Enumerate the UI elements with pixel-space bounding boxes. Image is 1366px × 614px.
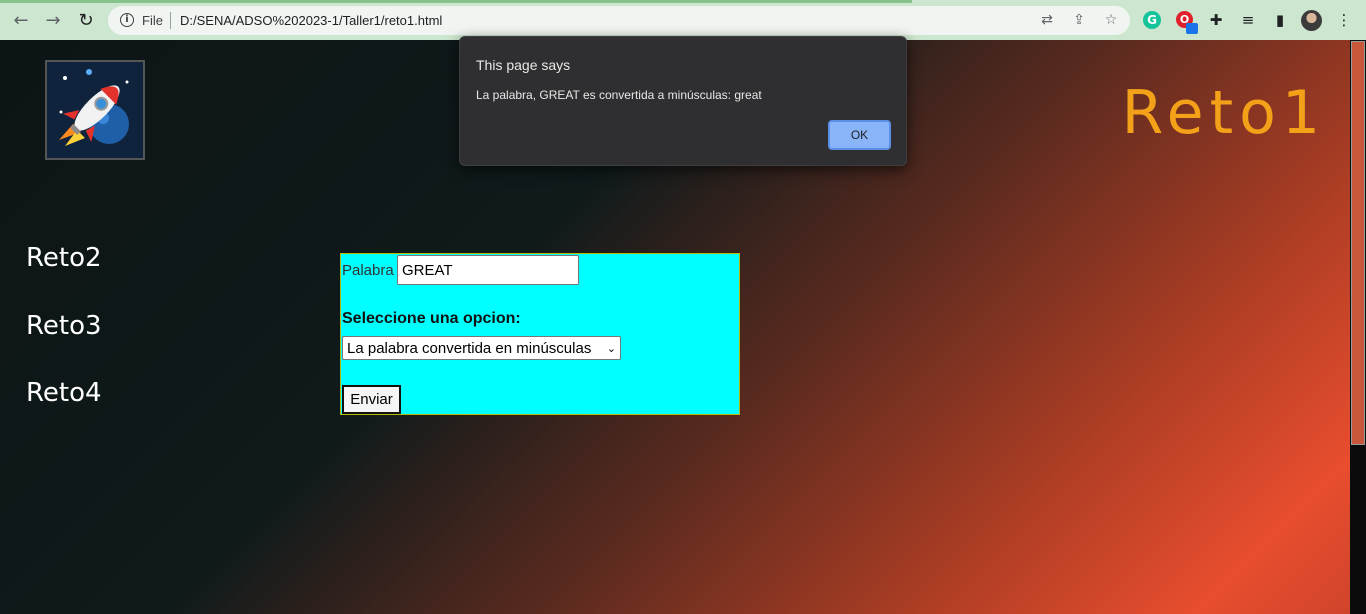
address-bar[interactable]: i File D:/SENA/ADSO%202023-1/Taller1/ret…: [108, 6, 1130, 35]
ok-button[interactable]: OK: [828, 120, 891, 150]
menu-kebab-icon[interactable]: ⋮: [1334, 10, 1354, 30]
chevron-down-icon: ⌄: [606, 341, 616, 355]
address-bar-divider: [170, 12, 171, 29]
nav-link-reto2[interactable]: Reto2: [26, 243, 102, 273]
back-arrow-icon[interactable]: ←: [10, 9, 32, 31]
nav-link-reto3[interactable]: Reto3: [26, 311, 102, 341]
media-icon[interactable]: ≡: [1238, 10, 1258, 30]
bookmark-star-icon[interactable]: ☆: [1102, 11, 1120, 29]
site-title: Reto1: [1121, 78, 1326, 148]
puzzle-icon[interactable]: ✚: [1206, 10, 1226, 30]
extension-badge-icon: [1186, 23, 1198, 34]
select-label: Seleccione una opcion:: [342, 310, 521, 327]
dialog-title: This page says: [476, 57, 571, 73]
translate-icon[interactable]: ⇄: [1038, 11, 1056, 29]
option-select[interactable]: La palabra convertida en minúsculas ⌄: [342, 336, 621, 360]
alert-dialog: This page says La palabra, GREAT es conv…: [459, 36, 907, 166]
side-panel-icon[interactable]: ▮: [1270, 10, 1290, 30]
grammarly-icon[interactable]: G: [1143, 11, 1161, 29]
palabra-label: Palabra: [342, 262, 394, 279]
share-icon[interactable]: ⇪: [1070, 11, 1088, 29]
info-icon[interactable]: i: [120, 13, 134, 27]
palabra-input[interactable]: [397, 255, 579, 285]
forward-arrow-icon[interactable]: →: [42, 9, 64, 31]
url-text[interactable]: D:/SENA/ADSO%202023-1/Taller1/reto1.html: [180, 13, 442, 28]
profile-avatar-icon[interactable]: [1301, 10, 1322, 31]
browser-toolbar: ← → ↻ i File D:/SENA/ADSO%202023-1/Talle…: [0, 0, 1366, 40]
conversion-form: Palabra Seleccione una opcion: La palabr…: [340, 253, 740, 415]
scrollbar-thumb[interactable]: [1351, 41, 1365, 445]
submit-button[interactable]: Enviar: [342, 385, 401, 414]
rocket-logo-icon: [45, 60, 145, 160]
page-load-bar: [0, 0, 912, 3]
option-select-value: La palabra convertida en minúsculas: [347, 339, 592, 357]
url-scheme-label: File: [142, 13, 163, 28]
nav-link-reto4[interactable]: Reto4: [26, 378, 102, 408]
dialog-message: La palabra, GREAT es convertida a minúsc…: [476, 88, 762, 102]
reload-icon[interactable]: ↻: [75, 9, 97, 31]
